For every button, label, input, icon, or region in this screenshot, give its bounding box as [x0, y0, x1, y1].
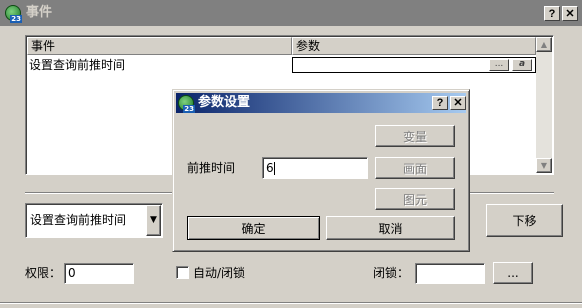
param-value [295, 58, 485, 72]
variable-button[interactable]: 变量 [375, 125, 455, 147]
screen-button[interactable]: 画面 [375, 157, 455, 179]
help-button[interactable]: ? [544, 6, 560, 21]
param-dialog[interactable]: 23 参数设置 ? ✕ 变量 前推时间 6 画面 图元 确定 取消 [172, 89, 470, 252]
event-list-scrollbar[interactable]: ▲ ▼ [536, 37, 552, 173]
event-row-name[interactable]: 设置查询前推时间 [29, 58, 125, 72]
scroll-up-arrow-icon[interactable]: ▲ [536, 37, 552, 52]
permission-label: 权限： [25, 266, 62, 280]
advance-time-label: 前推时间 [187, 161, 236, 175]
dialog-title-bar[interactable]: 23 参数设置 ? ✕ [176, 93, 466, 113]
app-icon: 23 [5, 5, 22, 23]
lock-input[interactable] [415, 263, 485, 284]
auto-close-lock-label: 自动/闭锁 [193, 266, 246, 280]
main-title-bar[interactable]: 23 事件 ? ✕ [0, 0, 582, 26]
param-a-button[interactable]: a [512, 59, 532, 71]
text-caret [273, 162, 275, 175]
param-dots-button[interactable]: ... [489, 59, 509, 71]
ok-button[interactable]: 确定 [187, 216, 320, 240]
cancel-button[interactable]: 取消 [326, 216, 455, 240]
advance-time-input[interactable]: 6 [262, 157, 368, 179]
lock-label: 闭锁： [373, 266, 410, 280]
dialog-help-button[interactable]: ? [432, 96, 448, 110]
dialog-app-icon: 23 [178, 95, 195, 113]
element-button[interactable]: 图元 [375, 188, 455, 210]
move-down-button[interactable]: 下移 [486, 204, 563, 237]
column-header-param[interactable]: 参数 [292, 37, 536, 55]
advance-time-value: 6 [266, 161, 274, 175]
close-button[interactable]: ✕ [562, 6, 578, 21]
param-cell-editor[interactable]: ... a [292, 57, 536, 73]
dialog-close-button[interactable]: ✕ [450, 96, 466, 110]
event-select-value: 设置查询前推时间 [30, 213, 127, 227]
dialog-title: 参数设置 [198, 95, 251, 110]
bottom-separator [0, 302, 582, 304]
lock-browse-button[interactable]: ... [493, 262, 533, 284]
dropdown-arrow-icon[interactable]: ▼ [146, 205, 161, 236]
permission-input[interactable]: 0 [64, 263, 134, 284]
column-header-event[interactable]: 事件 [27, 37, 292, 55]
scroll-down-arrow-icon[interactable]: ▼ [536, 158, 552, 173]
auto-close-lock-checkbox[interactable] [176, 266, 189, 279]
window-title: 事件 [26, 5, 53, 20]
event-select[interactable]: 设置查询前推时间 ▼ [25, 203, 163, 238]
